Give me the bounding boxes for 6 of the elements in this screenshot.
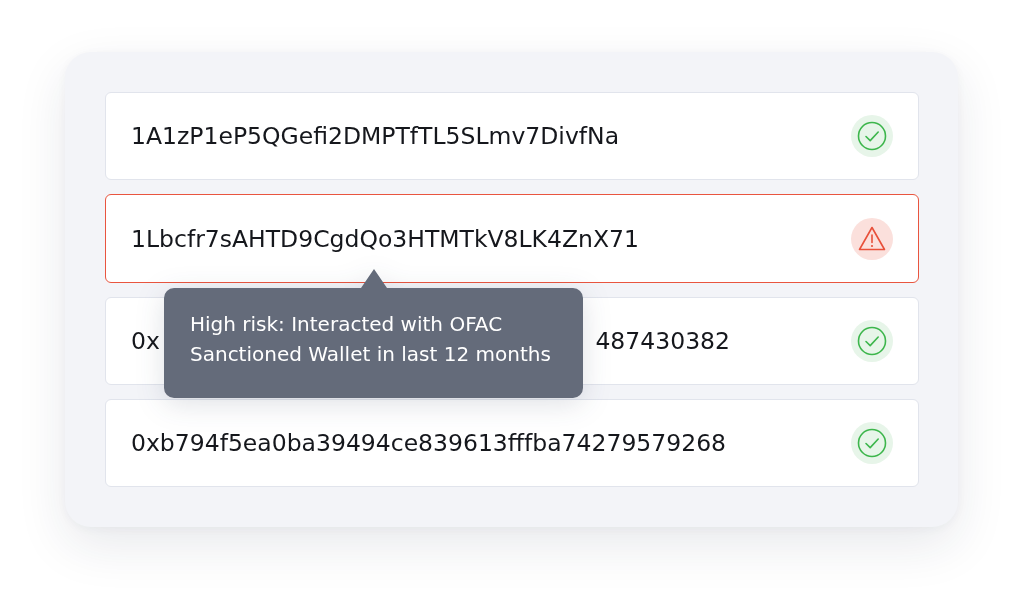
address-text: 0xb794f5ea0ba39494ce839613fffba74279579268	[131, 429, 727, 457]
address-text: 1Lbcfr7sAHTD9CgdQo3HTMTkV8LK4ZnX71	[131, 224, 639, 253]
tooltip-text: High risk: Interacted with OFAC Sanctioned Wallet in last 12 months	[190, 311, 552, 368]
address-text: 0x	[131, 327, 160, 355]
address-text: 1A1zP1eP5QGefi2DMPTfTL5SLmv7DivfNa	[131, 122, 620, 150]
address-text: 487430382	[595, 327, 730, 355]
